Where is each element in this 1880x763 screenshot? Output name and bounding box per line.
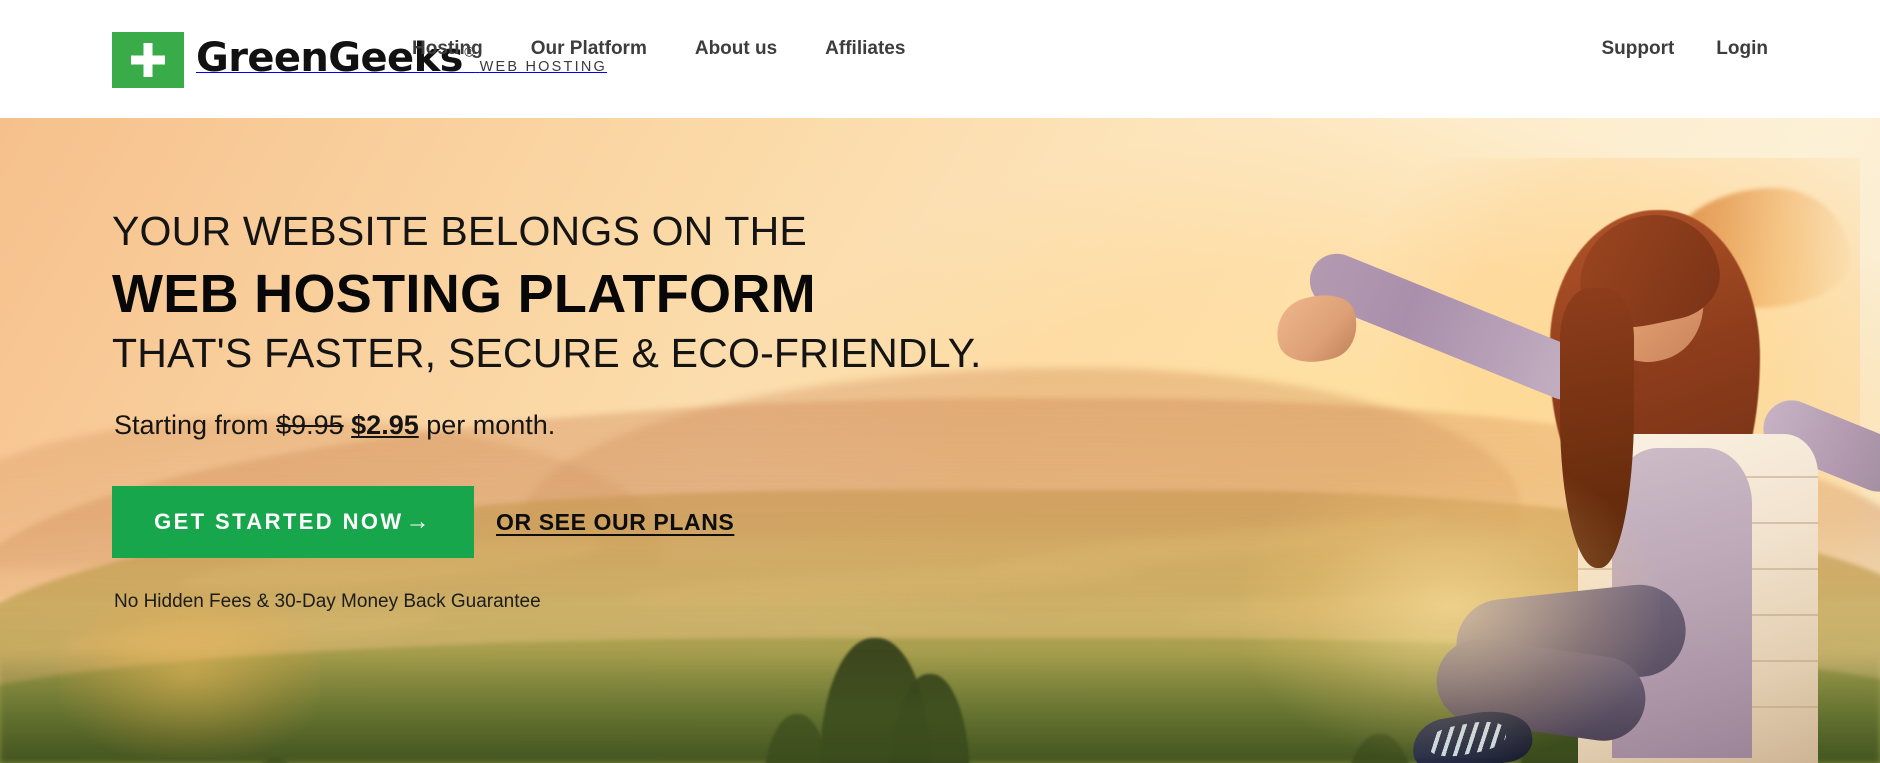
hero-cta-row: GET STARTED NOW → OR SEE OUR PLANS xyxy=(112,486,734,558)
get-started-now-label: GET STARTED NOW xyxy=(154,509,404,534)
get-started-now-button[interactable]: GET STARTED NOW → xyxy=(112,486,474,558)
price-suffix: per month. xyxy=(418,410,556,440)
hero-headline-line-1: YOUR WEBSITE BELONGS ON THE xyxy=(112,208,807,254)
nav-item-hosting[interactable]: Hosting xyxy=(412,36,483,62)
site-header: GreenGeeks® WEB HOSTING Hosting Our Plat… xyxy=(0,0,1880,118)
primary-navigation: Hosting Our Platform About us Affiliates xyxy=(412,36,905,62)
arrow-right-icon: → xyxy=(405,508,432,535)
hero-banner: YOUR WEBSITE BELONGS ON THE WEB HOSTING … xyxy=(0,118,1880,763)
landing-page: GreenGeeks® WEB HOSTING Hosting Our Plat… xyxy=(0,0,1880,763)
nav-item-support[interactable]: Support xyxy=(1601,36,1674,62)
hero-price-line: Starting from $9.95 $2.95 per month. xyxy=(114,410,555,441)
price-prefix: Starting from xyxy=(114,410,277,440)
nav-item-login[interactable]: Login xyxy=(1716,36,1768,62)
green-plus-icon xyxy=(112,32,184,88)
hero-guarantee-text: No Hidden Fees & 30-Day Money Back Guara… xyxy=(114,591,541,612)
nav-item-our-platform[interactable]: Our Platform xyxy=(531,36,647,62)
hero-headline-line-3: THAT'S FASTER, SECURE & ECO-FRIENDLY. xyxy=(112,330,982,376)
price-original: $9.95 xyxy=(276,410,344,440)
price-discounted: $2.95 xyxy=(351,410,419,440)
see-our-plans-link[interactable]: OR SEE OUR PLANS xyxy=(496,509,734,536)
nav-item-affiliates[interactable]: Affiliates xyxy=(825,36,905,62)
hero-headline-line-2: WEB HOSTING PLATFORM xyxy=(112,264,816,324)
secondary-navigation: Support Login xyxy=(1601,36,1768,62)
hero-content: YOUR WEBSITE BELONGS ON THE WEB HOSTING … xyxy=(112,118,1112,763)
nav-item-about-us[interactable]: About us xyxy=(695,36,777,62)
